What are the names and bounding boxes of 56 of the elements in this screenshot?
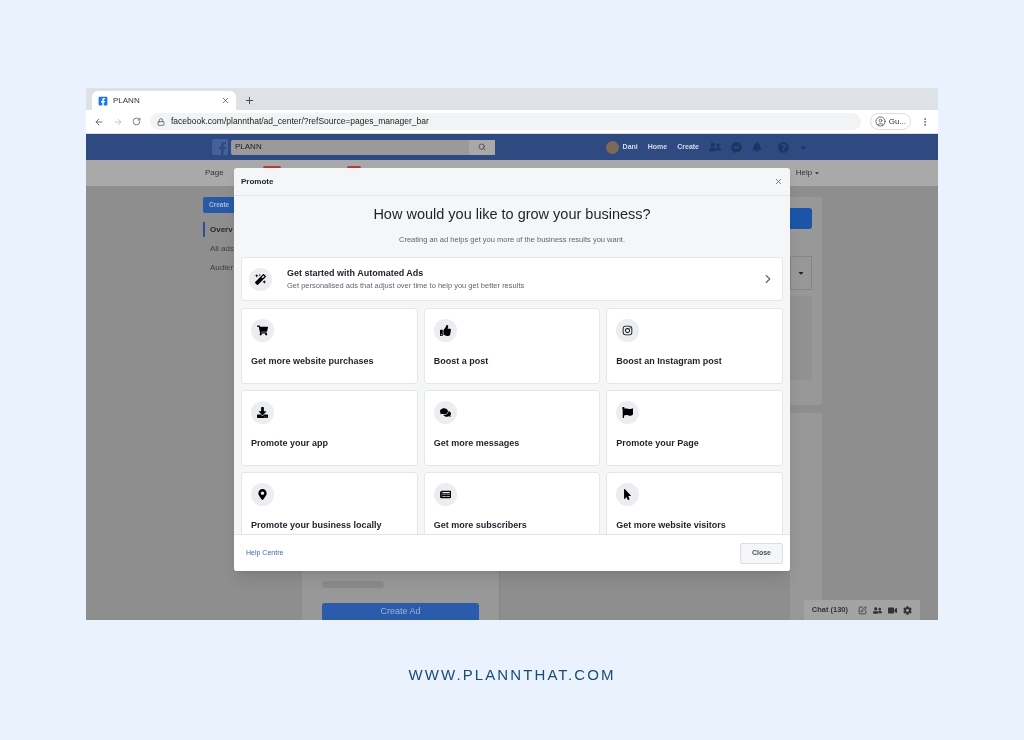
- speech-bubbles-icon: [439, 407, 451, 418]
- option-tile[interactable]: Promote your Page: [606, 390, 783, 466]
- page-tab[interactable]: Page: [205, 167, 224, 179]
- profile-icon: [874, 116, 886, 127]
- close-icon[interactable]: [221, 96, 230, 105]
- address-bar[interactable]: facebook.com/plannthat/ad_center/?refSource=pages_manager_bar: [150, 113, 861, 130]
- help-tab[interactable]: Help: [795, 167, 821, 179]
- settings-icon[interactable]: [903, 605, 912, 615]
- cursor-icon: [622, 489, 634, 500]
- option-tile[interactable]: Promote your app: [241, 390, 418, 466]
- option-label: Promote your business locally: [251, 519, 383, 532]
- option-tile[interactable]: Boost an Instagram post: [606, 308, 783, 384]
- caret-icon: [814, 170, 821, 176]
- website-caption: WWW.PLANNTHAT.COM: [408, 665, 616, 685]
- close-icon[interactable]: [774, 177, 783, 186]
- reload-icon[interactable]: [132, 117, 141, 126]
- search-icon[interactable]: [478, 143, 486, 151]
- option-label: Get more messages: [433, 437, 521, 450]
- layout-icon: [439, 489, 451, 500]
- location-pin-icon: [257, 489, 268, 500]
- lock-icon: [157, 117, 165, 126]
- option-label: Boost a post: [433, 355, 490, 368]
- compose-icon[interactable]: [858, 605, 867, 615]
- video-icon[interactable]: [888, 605, 897, 615]
- facebook-f-icon: [217, 142, 228, 155]
- option-tile[interactable]: Boost a post: [423, 308, 601, 384]
- avatar: [605, 140, 619, 154]
- option-tile[interactable]: Get more messages: [423, 390, 601, 466]
- dialog-heading: How would you like to grow your business?: [372, 205, 652, 224]
- back-icon[interactable]: [94, 116, 104, 127]
- people-icon[interactable]: [873, 605, 882, 615]
- option-label: Boost an Instagram post: [616, 355, 723, 368]
- option-label: Get more subscribers: [433, 519, 528, 532]
- option-label: Get more website visitors: [616, 519, 727, 532]
- facebook-logo-icon: [98, 95, 108, 106]
- magic-wand-icon: [255, 273, 266, 285]
- search-field[interactable]: PLANN: [231, 139, 495, 155]
- browser-tab[interactable]: PLANN: [92, 91, 236, 110]
- caret-icon: [797, 269, 805, 277]
- flag-icon: [622, 407, 634, 418]
- cart-icon: [257, 325, 268, 336]
- url-text: facebook.com/plannthat/ad_center/?refSource=pages_manager_bar: [171, 115, 429, 128]
- option-label: Promote your Page: [616, 437, 700, 450]
- card-title: Get started with Automated Ads: [287, 266, 425, 280]
- option-label: Promote your app: [251, 437, 329, 450]
- thumbs-up-icon: [439, 325, 451, 336]
- option-tile[interactable]: Get more website visitors: [606, 472, 783, 534]
- tab-title: PLANN: [113, 94, 141, 107]
- option-tile[interactable]: Get more subscribers: [423, 472, 601, 534]
- option-tile[interactable]: Promote your business locally: [241, 472, 418, 534]
- option-tile[interactable]: Get more website purchases: [241, 308, 418, 384]
- dialog-title: Promote: [241, 175, 275, 188]
- camera-icon: [622, 325, 634, 336]
- new-tab-icon[interactable]: [244, 95, 255, 106]
- download-icon: [257, 407, 268, 418]
- option-label: Get more website purchases: [251, 355, 375, 368]
